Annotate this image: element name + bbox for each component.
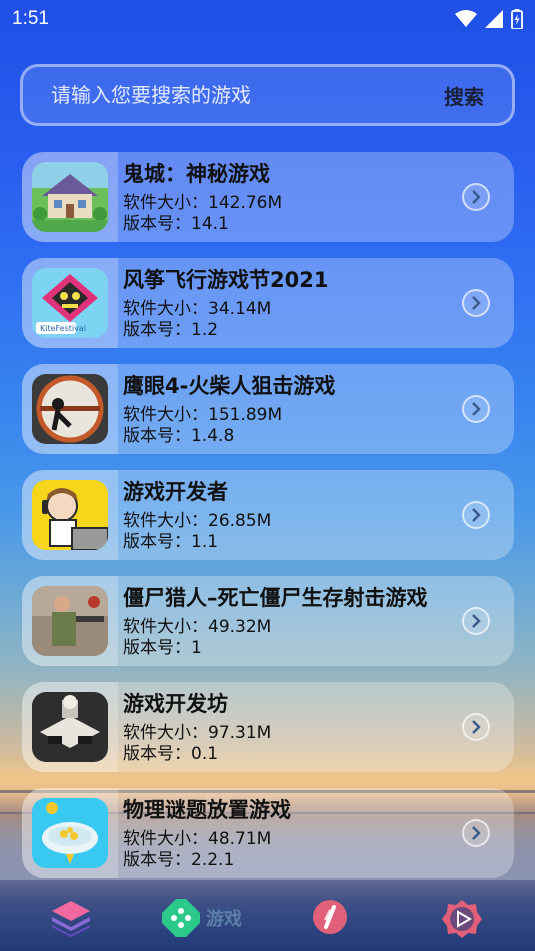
nav-video[interactable] [442,899,482,939]
search-button[interactable]: 搜索 [444,81,484,110]
game-title: 鬼城：神秘游戏 [123,162,270,186]
kite-festival-icon: KiteFestival [32,268,108,338]
house-game-icon [32,162,108,232]
game-list-item[interactable]: 游戏开发坊 软件大小：97.31M 版本号：0.1 [22,682,514,772]
developer-girl-icon [32,480,108,550]
game-title: 游戏开发坊 [123,692,228,716]
game-version: 版本号：1.4.8 [123,426,235,446]
game-title: 僵尸猎人–死亡僵尸生存射击游戏 [123,586,428,610]
game-list-item[interactable]: KiteFestival 风筝飞行游戏节2021 软件大小：34.14M 版本号… [22,258,514,348]
search-input[interactable] [51,83,444,107]
chevron-right-icon[interactable] [462,395,490,423]
chevron-right-icon[interactable] [462,713,490,741]
zombie-hunter-icon [32,586,108,656]
chevron-right-icon[interactable] [462,607,490,635]
chevron-right-icon[interactable] [462,501,490,529]
game-title: 游戏开发者 [123,480,228,504]
game-version: 版本号：1.1 [123,532,219,552]
sniper-icon [32,374,108,444]
game-version: 版本号：2.2.1 [123,850,235,870]
game-title: 风筝飞行游戏节2021 [123,268,329,292]
status-bar: 1:51 [0,0,535,38]
game-list-item[interactable]: 鹰眼4-火柴人狙击游戏 软件大小：151.89M 版本号：1.4.8 [22,364,514,454]
status-icons [455,9,523,29]
game-title: 物理谜题放置游戏 [123,798,291,822]
chevron-right-icon[interactable] [462,819,490,847]
play-gear-icon [442,900,482,938]
svg-text:KiteFestival: KiteFestival [40,324,86,333]
nav-games-label: 游戏 [206,909,242,930]
chevron-right-icon[interactable] [462,289,490,317]
chevron-right-icon[interactable] [462,183,490,211]
signal-icon [485,10,503,28]
status-time: 1:51 [12,8,49,29]
game-title: 鹰眼4-火柴人狙击游戏 [123,374,336,398]
game-version: 版本号：0.1 [123,744,219,764]
game-list-item[interactable]: 鬼城：神秘游戏 软件大小：142.76M 版本号：14.1 [22,152,514,242]
game-version: 版本号：1.2 [123,320,219,340]
nav-games[interactable]: 游戏 [162,899,242,937]
wifi-icon [455,10,477,27]
dev-studio-icon [32,692,108,762]
puzzle-icon [162,899,200,937]
game-version: 版本号：1 [123,638,202,658]
slash-circle-icon [313,900,347,934]
game-version: 版本号：14.1 [123,214,229,234]
game-list-item[interactable]: 物理谜题放置游戏 软件大小：48.71M 版本号：2.2.1 [22,788,514,878]
game-list-item[interactable]: 僵尸猎人–死亡僵尸生存射击游戏 软件大小：49.32M 版本号：1 [22,576,514,666]
nav-discover[interactable] [312,899,348,935]
bottom-nav: 游戏 [0,885,535,951]
layers-icon [52,901,90,937]
search-bar: 搜索 [20,64,515,126]
physics-puzzle-icon [32,798,108,868]
nav-home[interactable] [50,899,92,937]
game-list-item[interactable]: 游戏开发者 软件大小：26.85M 版本号：1.1 [22,470,514,560]
battery-icon [511,9,523,29]
